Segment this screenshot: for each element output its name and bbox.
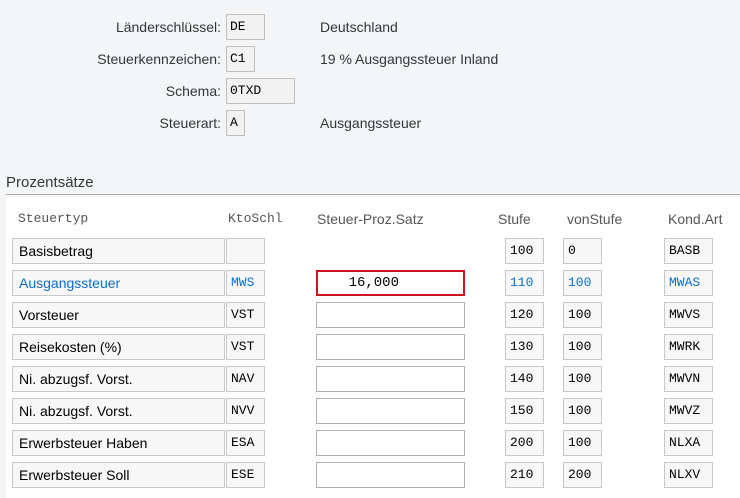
row-account-key: NAV <box>226 366 265 392</box>
row-account-key: NVV <box>226 398 265 424</box>
tax-percent-input[interactable]: 16,000 <box>316 270 465 296</box>
row-step: 140 <box>505 366 544 392</box>
row-step: 130 <box>505 334 544 360</box>
column-header-tax-percent: Steuer-Proz.Satz <box>317 211 424 227</box>
row-from-step: 100 <box>563 334 602 360</box>
tax-code-field[interactable]: C1 <box>226 46 255 72</box>
row-tax-type: Erwerbsteuer Haben <box>12 430 225 456</box>
row-from-step: 100 <box>563 366 602 392</box>
tax-code-description: 19 % Ausgangssteuer Inland <box>320 51 499 67</box>
row-cond-type: MWVS <box>664 302 713 328</box>
tax-percent-input[interactable] <box>316 334 465 360</box>
tax-percent-input[interactable] <box>316 430 465 456</box>
section-divider <box>6 194 740 195</box>
row-step: 100 <box>505 238 544 264</box>
column-header-step: Stufe <box>498 211 531 227</box>
column-header-cond-type: Kond.Art <box>668 211 723 227</box>
row-cond-type: MWRK <box>664 334 713 360</box>
tax-percent-input[interactable] <box>316 398 465 424</box>
row-tax-type: Reisekosten (%) <box>12 334 225 360</box>
row-step: 150 <box>505 398 544 424</box>
tax-type-field[interactable]: A <box>226 110 245 136</box>
row-from-step: 100 <box>563 430 602 456</box>
country-key-label: Länderschlüssel: <box>115 19 221 35</box>
row-from-step: 100 <box>563 398 602 424</box>
row-tax-type: Vorsteuer <box>12 302 225 328</box>
procedure-field[interactable]: 0TXD <box>226 78 295 104</box>
row-account-key: VST <box>226 302 265 328</box>
tax-code-label: Steuerkennzeichen: <box>97 51 221 67</box>
row-tax-type: Erwerbsteuer Soll <box>12 462 225 488</box>
procedure-label: Schema: <box>165 83 221 99</box>
row-account-key <box>226 238 265 264</box>
column-header-tax-type: Steuertyp <box>18 211 89 226</box>
row-cond-type: MWAS <box>664 270 713 296</box>
row-from-step: 100 <box>563 302 602 328</box>
section-title: Prozentsätze <box>6 174 94 191</box>
row-cond-type: BASB <box>664 238 713 264</box>
tax-type-description: Ausgangssteuer <box>320 115 422 131</box>
row-step: 120 <box>505 302 544 328</box>
row-cond-type: MWVN <box>664 366 713 392</box>
column-header-account-key: KtoSchl <box>228 211 283 226</box>
row-account-key: ESE <box>226 462 265 488</box>
row-cond-type: MWVZ <box>664 398 713 424</box>
row-from-step: 200 <box>563 462 602 488</box>
row-account-key: MWS <box>226 270 265 296</box>
row-account-key: VST <box>226 334 265 360</box>
tax-type-label: Steuerart: <box>159 115 221 131</box>
row-step: 110 <box>505 270 544 296</box>
country-key-field[interactable]: DE <box>226 14 265 40</box>
row-cond-type: NLXV <box>664 462 713 488</box>
row-cond-type: NLXA <box>664 430 713 456</box>
row-tax-type: Ni. abzugsf. Vorst. <box>12 398 225 424</box>
row-from-step: 100 <box>563 270 602 296</box>
country-key-description: Deutschland <box>320 19 398 35</box>
row-tax-type: Basisbetrag <box>12 238 225 264</box>
row-account-key: ESA <box>226 430 265 456</box>
column-header-from-step: vonStufe <box>567 211 623 227</box>
row-tax-type[interactable]: Ausgangssteuer <box>12 270 225 296</box>
tax-percent-input[interactable] <box>316 366 465 392</box>
percentages-table: Steuertyp KtoSchl Steuer-Proz.Satz Stufe… <box>6 197 740 498</box>
row-step: 200 <box>505 430 544 456</box>
tax-percent-input[interactable] <box>316 462 465 488</box>
row-tax-type: Ni. abzugsf. Vorst. <box>12 366 225 392</box>
row-step: 210 <box>505 462 544 488</box>
row-from-step: 0 <box>563 238 602 264</box>
tax-percent-input[interactable] <box>316 302 465 328</box>
